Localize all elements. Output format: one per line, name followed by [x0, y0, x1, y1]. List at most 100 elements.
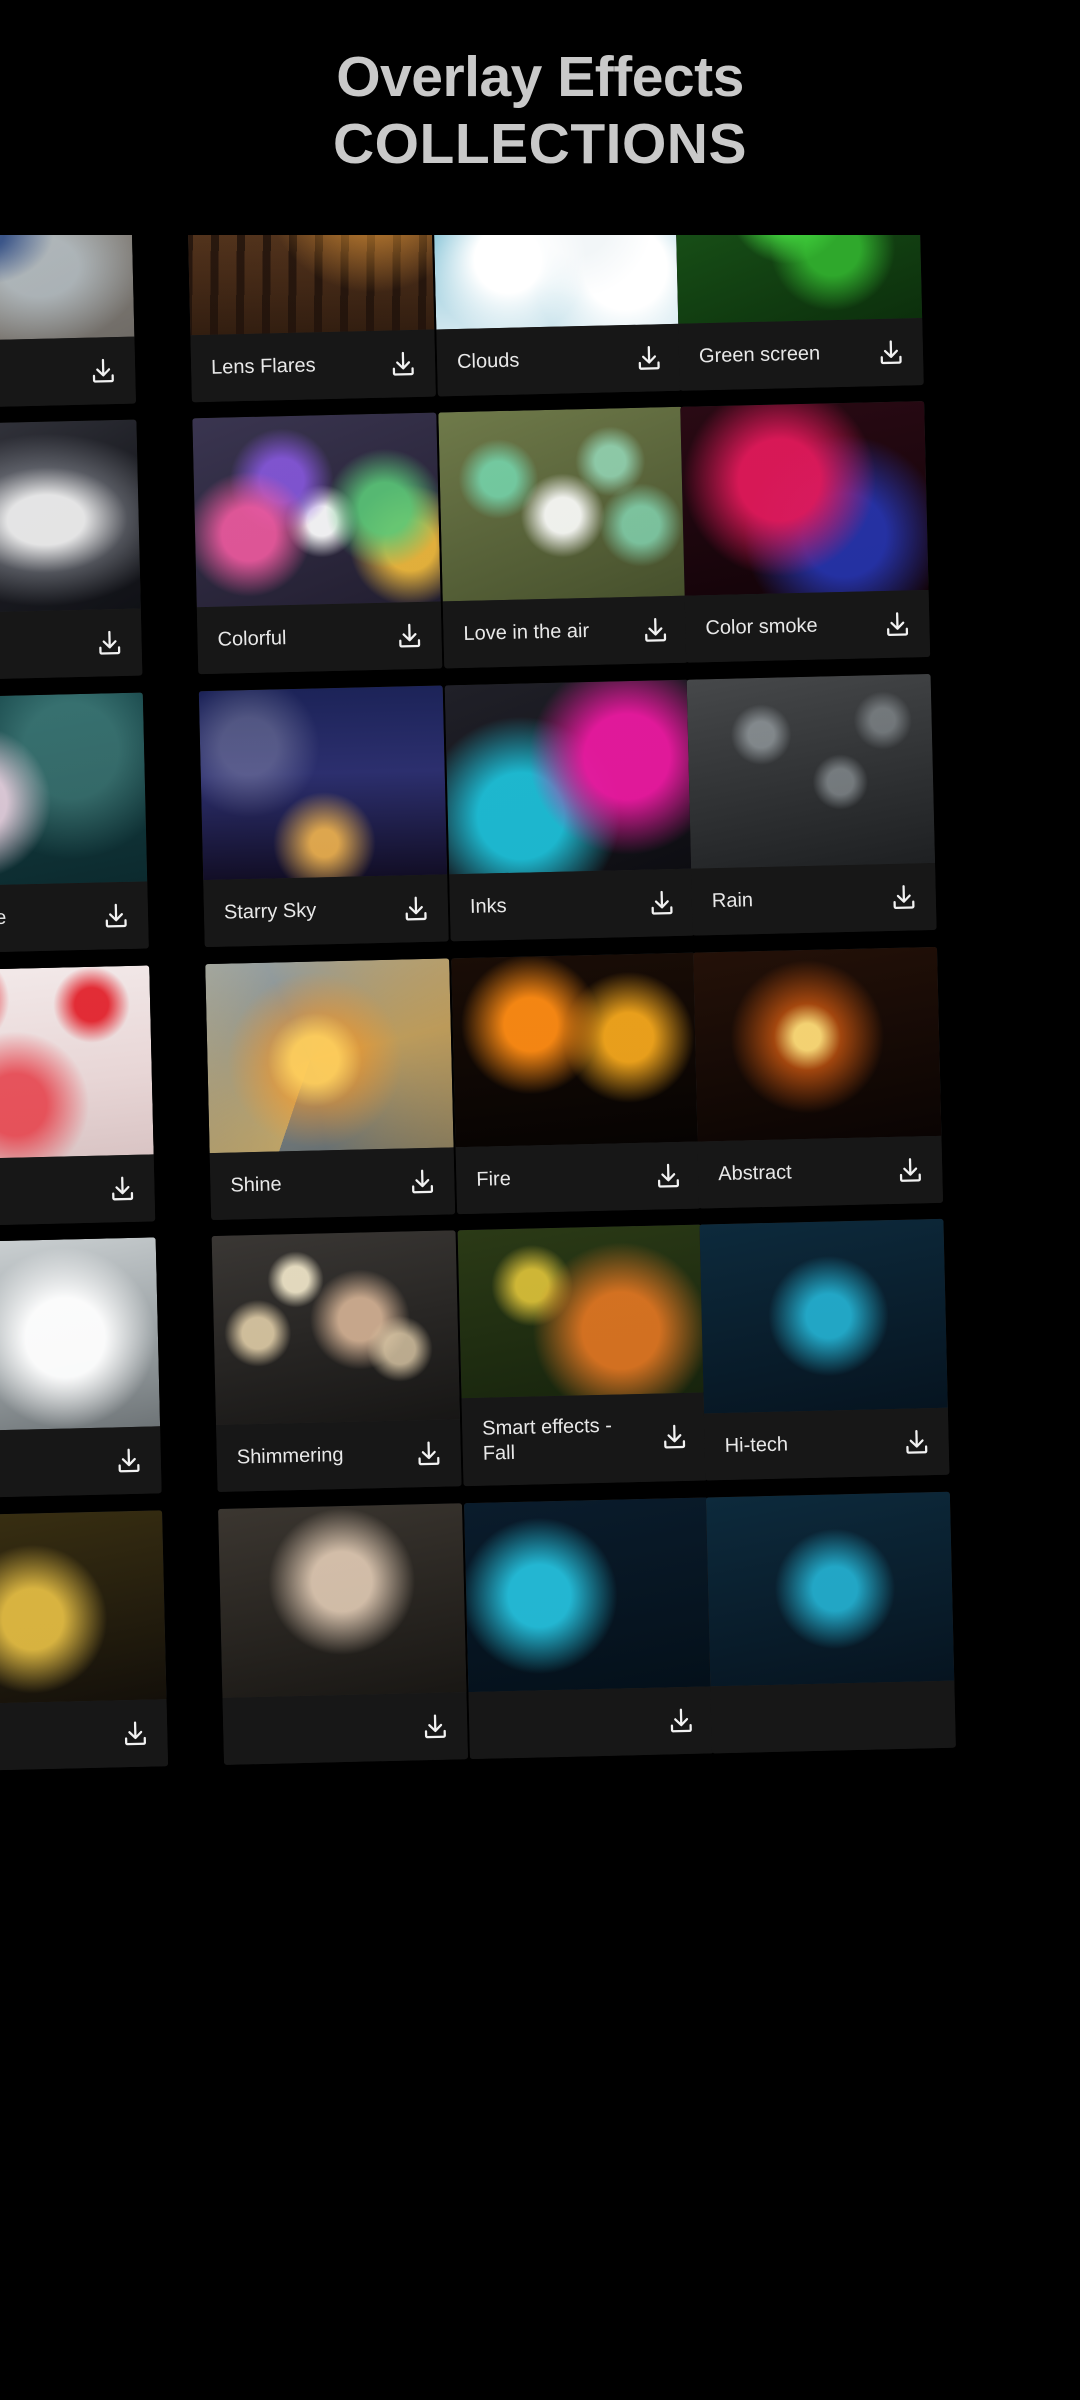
- collection-card[interactable]: Shine: [205, 958, 456, 1221]
- collections-row: Smoke Colorful Love in the air Color smoke: [0, 396, 1080, 696]
- collection-thumbnail[interactable]: [438, 406, 687, 602]
- collection-thumbnail[interactable]: [457, 1224, 706, 1399]
- collection-card[interactable]: Bokeh: [218, 1503, 469, 1765]
- download-icon[interactable]: [100, 899, 133, 932]
- collection-thumbnail[interactable]: [705, 1491, 955, 1687]
- collection-name: Starry Sky: [223, 899, 317, 924]
- download-icon[interactable]: [894, 1154, 927, 1187]
- collection-card[interactable]: Rose petals: [0, 965, 156, 1228]
- collection-name: Green screen: [698, 342, 821, 368]
- download-icon[interactable]: [393, 619, 426, 652]
- page-title-line1: Overlay Effects: [336, 45, 744, 109]
- collection-name: Fire: [476, 1167, 512, 1191]
- collection-thumbnail[interactable]: [693, 946, 942, 1142]
- collection-card[interactable]: Fairy tale: [0, 692, 149, 955]
- collection-meta-bar: Colorful: [196, 601, 443, 675]
- thumbnail-artwork: [686, 673, 936, 869]
- collections-grid: Stone Lens Flares Clouds Green screen Smoke C…: [0, 124, 1080, 2400]
- download-icon[interactable]: [400, 892, 433, 925]
- collection-meta-bar: Clouds: [436, 323, 682, 397]
- page-header: Overlay Effects COLLECTIONS: [0, 0, 1080, 235]
- collection-name: Colorful: [217, 627, 287, 651]
- download-icon[interactable]: [113, 1444, 146, 1477]
- collection-card[interactable]: Color smoke: [680, 401, 931, 663]
- collection-thumbnail[interactable]: [218, 1503, 467, 1698]
- collection-meta-bar: Fairy tale: [0, 881, 149, 955]
- thumbnail-artwork: [693, 946, 942, 1142]
- thumbnail-artwork: [457, 1224, 706, 1399]
- collection-thumbnail[interactable]: [0, 419, 141, 615]
- page-title-line2: COLLECTIONS: [333, 112, 747, 176]
- collection-meta-bar: Color smoke: [684, 589, 931, 663]
- app-screenshot: Stone Lens Flares Clouds Green screen Smoke C…: [0, 0, 1080, 2400]
- collection-meta-bar: Rain: [691, 862, 937, 936]
- download-icon[interactable]: [875, 336, 908, 369]
- thumbnail-artwork: [680, 401, 929, 596]
- collection-name: Fairy tale: [0, 906, 7, 931]
- collection-name: Clouds: [456, 349, 520, 374]
- collection-name: Love in the air: [463, 619, 590, 645]
- download-icon[interactable]: [406, 1165, 439, 1198]
- collection-name: Rain: [711, 889, 754, 913]
- thumbnail-artwork: [198, 685, 448, 881]
- collection-meta-bar: Smoke: [0, 608, 143, 682]
- download-icon[interactable]: [881, 608, 914, 641]
- collection-thumbnail[interactable]: [0, 692, 148, 888]
- collection-card[interactable]: Tech: [705, 1491, 956, 1754]
- download-icon[interactable]: [387, 347, 420, 380]
- collection-thumbnail[interactable]: [680, 401, 929, 596]
- collection-meta-bar: Lens Flares: [190, 329, 436, 403]
- download-icon[interactable]: [119, 1717, 152, 1750]
- download-icon[interactable]: [633, 342, 666, 375]
- collection-thumbnail[interactable]: [198, 685, 448, 881]
- download-icon[interactable]: [93, 626, 126, 659]
- thumbnail-artwork: [0, 692, 148, 888]
- collection-card[interactable]: White horse: [0, 1237, 162, 1500]
- collection-card[interactable]: Gold: [0, 1510, 169, 1772]
- download-icon[interactable]: [87, 354, 120, 387]
- collection-card[interactable]: Starry Sky: [198, 685, 449, 948]
- collection-card[interactable]: Fire: [451, 952, 702, 1215]
- collection-thumbnail[interactable]: [0, 1510, 167, 1705]
- collection-meta-bar: Inks: [449, 868, 695, 942]
- download-icon[interactable]: [665, 1704, 698, 1737]
- collection-card[interactable]: Love in the air: [438, 406, 689, 669]
- collection-card[interactable]: Abstract: [693, 946, 944, 1209]
- thumbnail-artwork: [218, 1503, 467, 1698]
- download-icon[interactable]: [646, 886, 679, 919]
- collection-thumbnail[interactable]: [686, 673, 936, 869]
- collection-card[interactable]: Neon: [463, 1497, 714, 1760]
- collection-name: Hi-tech: [724, 1433, 789, 1458]
- collection-meta-bar: White horse: [0, 1426, 162, 1500]
- collection-meta-bar: Bokeh: [222, 1692, 469, 1765]
- download-icon[interactable]: [419, 1710, 452, 1743]
- collection-thumbnail[interactable]: [451, 952, 700, 1148]
- thumbnail-artwork: [463, 1497, 713, 1693]
- thumbnail-artwork: [451, 952, 700, 1148]
- collection-card[interactable]: Hi-tech: [699, 1218, 950, 1481]
- download-icon[interactable]: [652, 1159, 685, 1192]
- download-icon[interactable]: [106, 1172, 139, 1205]
- collection-card[interactable]: Inks: [444, 679, 695, 942]
- download-icon[interactable]: [900, 1426, 933, 1459]
- collection-card[interactable]: Rain: [686, 673, 937, 936]
- collection-thumbnail[interactable]: [205, 958, 454, 1154]
- collection-name: Shine: [230, 1173, 282, 1197]
- collection-card[interactable]: Shimmering: [211, 1230, 462, 1492]
- collection-thumbnail[interactable]: [0, 965, 154, 1161]
- collection-thumbnail[interactable]: [0, 1237, 161, 1433]
- download-icon[interactable]: [658, 1421, 691, 1454]
- download-icon[interactable]: [887, 881, 920, 914]
- collection-card[interactable]: Smoke: [0, 419, 143, 682]
- collection-name: Inks: [469, 895, 507, 918]
- download-icon[interactable]: [639, 614, 672, 647]
- collection-card[interactable]: Colorful: [192, 412, 443, 675]
- collection-card[interactable]: Smart effects - Fall: [457, 1224, 708, 1487]
- thumbnail-artwork: [192, 412, 441, 608]
- collection-thumbnail[interactable]: [211, 1230, 460, 1425]
- collection-thumbnail[interactable]: [192, 412, 441, 608]
- collection-thumbnail[interactable]: [444, 679, 694, 875]
- collection-thumbnail[interactable]: [463, 1497, 713, 1693]
- collection-thumbnail[interactable]: [699, 1218, 948, 1414]
- download-icon[interactable]: [412, 1437, 445, 1470]
